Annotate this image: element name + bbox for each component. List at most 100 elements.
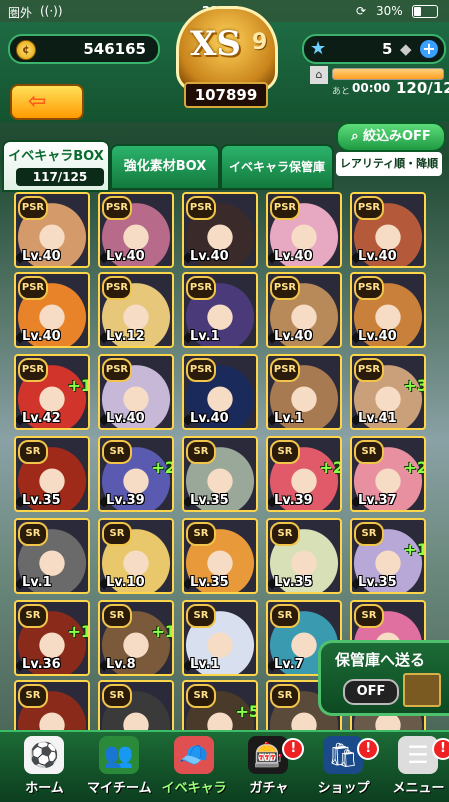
character-card[interactable]: PSR Lv.40 xyxy=(14,272,90,348)
character-card[interactable]: PSR Lv.40 xyxy=(14,192,90,268)
character-card[interactable]: SR Lv.35 xyxy=(182,518,258,594)
tab-material-box[interactable]: 強化素材BOX xyxy=(110,144,220,190)
character-card[interactable]: PSR Lv.40 xyxy=(182,354,258,430)
bonus-label: +1 xyxy=(67,622,90,641)
rarity-badge: SR xyxy=(18,522,48,546)
stamina-time: 00:00 xyxy=(352,81,391,95)
character-card[interactable]: PSR Lv.40 xyxy=(350,192,426,268)
stamina-fill xyxy=(333,69,443,79)
tab-event-box[interactable]: イベキャラBOX 117/125 xyxy=(2,140,110,192)
bonus-label: +2 xyxy=(151,458,174,477)
character-card[interactable]: PSR Lv.40 xyxy=(182,192,258,268)
level-label: Lv.39 xyxy=(106,493,145,508)
rarity-badge: PSR xyxy=(18,358,48,382)
send-to-storage-toggle[interactable]: OFF xyxy=(343,679,399,705)
rarity-badge: PSR xyxy=(270,358,300,382)
rarity-badge: SR xyxy=(18,684,48,708)
level-label: Lv.36 xyxy=(22,657,61,672)
coin-counter: ¢ 546165 xyxy=(8,34,160,64)
level-label: Lv.12 xyxy=(106,329,145,344)
nav-icon: ☰ xyxy=(398,736,438,774)
character-card[interactable]: SR Lv.37 +2 xyxy=(350,436,426,512)
character-card[interactable]: PSR Lv.40 xyxy=(266,192,342,268)
nav-item[interactable]: ☰ メニュー! xyxy=(374,732,449,802)
character-card[interactable]: PSR Lv.41 +3 xyxy=(350,354,426,430)
rank-sub: 9 xyxy=(252,30,268,55)
star-counter: ★ 5 ◆ + xyxy=(302,34,446,64)
character-card[interactable]: SR Lv.1 xyxy=(182,600,258,676)
send-to-storage-panel[interactable]: 保管庫へ送る OFF xyxy=(318,640,449,716)
rarity-badge: SR xyxy=(354,522,384,546)
character-card[interactable]: SR Lv.1 xyxy=(14,518,90,594)
character-card[interactable]: PSR Lv.12 xyxy=(98,272,174,348)
battery-text: 30% xyxy=(376,4,403,18)
rarity-badge: SR xyxy=(354,604,384,628)
level-label: Lv.37 xyxy=(358,493,397,508)
bonus-label: +1 xyxy=(151,622,174,641)
level-label: Lv.35 xyxy=(190,493,229,508)
nav-icon: 👥 xyxy=(98,736,139,774)
bottom-nav: ⚽ ホーム 👥 マイチーム 🧢 イベキャラ 🎰 ガチャ! 🛍 ショップ! ☰ メニュー! xyxy=(0,730,449,802)
rank-score: 107899 xyxy=(184,82,268,108)
rarity-badge: SR xyxy=(18,604,48,628)
character-card[interactable]: PSR Lv.1 xyxy=(182,272,258,348)
level-label: Lv.40 xyxy=(190,411,229,426)
character-card[interactable]: SR Lv.36 +1 xyxy=(14,600,90,676)
character-card[interactable]: SR Lv.39 +2 xyxy=(98,436,174,512)
level-label: Lv.1 xyxy=(190,657,220,672)
tab-event-box-label: イベキャラBOX xyxy=(8,149,104,164)
battery-icon xyxy=(412,5,438,18)
level-label: Lv.41 xyxy=(358,411,397,426)
box-capacity: 117/125 xyxy=(16,168,104,186)
rarity-badge: SR xyxy=(102,440,132,464)
rarity-badge: SR xyxy=(186,684,216,708)
level-label: Lv.40 xyxy=(106,249,145,264)
level-label: Lv.40 xyxy=(274,249,313,264)
rank-label: XS xyxy=(190,24,241,64)
rarity-badge: SR xyxy=(270,440,300,464)
level-label: Lv.42 xyxy=(22,411,61,426)
level-label: Lv.10 xyxy=(106,575,145,590)
rarity-badge: SR xyxy=(102,684,132,708)
character-card[interactable]: PSR Lv.40 xyxy=(98,192,174,268)
nav-icon: 🎰 xyxy=(248,736,289,774)
character-card[interactable]: SR Lv.35 xyxy=(182,436,258,512)
coin-icon: ¢ xyxy=(16,40,36,60)
stamina-count: 120/120 xyxy=(396,79,449,97)
rarity-badge: SR xyxy=(186,522,216,546)
bonus-label: +3 xyxy=(403,376,426,395)
character-card[interactable]: SR Lv.10 xyxy=(98,518,174,594)
character-card[interactable]: SR Lv.8 +1 xyxy=(98,600,174,676)
rarity-badge: SR xyxy=(270,522,300,546)
character-card[interactable]: PSR Lv.40 xyxy=(266,272,342,348)
box-tabs: イベキャラBOX 117/125 強化素材BOX イベキャラ保管庫 xyxy=(0,140,449,192)
rank-emblem[interactable]: XS 9 107899 xyxy=(154,0,294,112)
coin-value: 546165 xyxy=(83,40,146,58)
character-card[interactable]: SR Lv.39 +2 xyxy=(266,436,342,512)
rarity-badge: PSR xyxy=(354,276,384,300)
character-card[interactable]: PSR Lv.40 xyxy=(98,354,174,430)
tab-storage[interactable]: イベキャラ保管庫 xyxy=(220,144,334,190)
stamina-meter: ⌂ あと 00:00 120/120 xyxy=(310,66,449,106)
back-button[interactable]: ⇦ xyxy=(10,84,84,120)
rarity-badge: PSR xyxy=(270,196,300,220)
carrier-text: 圏外 xyxy=(8,6,33,20)
add-star-button[interactable]: + xyxy=(420,40,438,58)
storage-box-icon xyxy=(403,673,441,707)
rarity-badge: SR xyxy=(270,684,300,708)
character-card[interactable]: PSR Lv.42 +1 xyxy=(14,354,90,430)
character-card[interactable]: SR Lv.35 +1 xyxy=(350,518,426,594)
rarity-badge: PSR xyxy=(186,358,216,382)
level-label: Lv.40 xyxy=(190,249,229,264)
level-label: Lv.40 xyxy=(22,329,61,344)
character-card[interactable]: PSR Lv.40 xyxy=(350,272,426,348)
bonus-label: +2 xyxy=(319,458,342,477)
rarity-badge: SR xyxy=(270,604,300,628)
rarity-badge: PSR xyxy=(186,196,216,220)
character-card[interactable]: SR Lv.35 xyxy=(14,436,90,512)
character-card[interactable]: SR Lv.35 xyxy=(266,518,342,594)
orientation-lock-icon: ⟳ xyxy=(356,4,367,18)
level-label: Lv.35 xyxy=(274,575,313,590)
stamina-icon: ⌂ xyxy=(310,66,328,84)
character-card[interactable]: PSR Lv.1 xyxy=(266,354,342,430)
